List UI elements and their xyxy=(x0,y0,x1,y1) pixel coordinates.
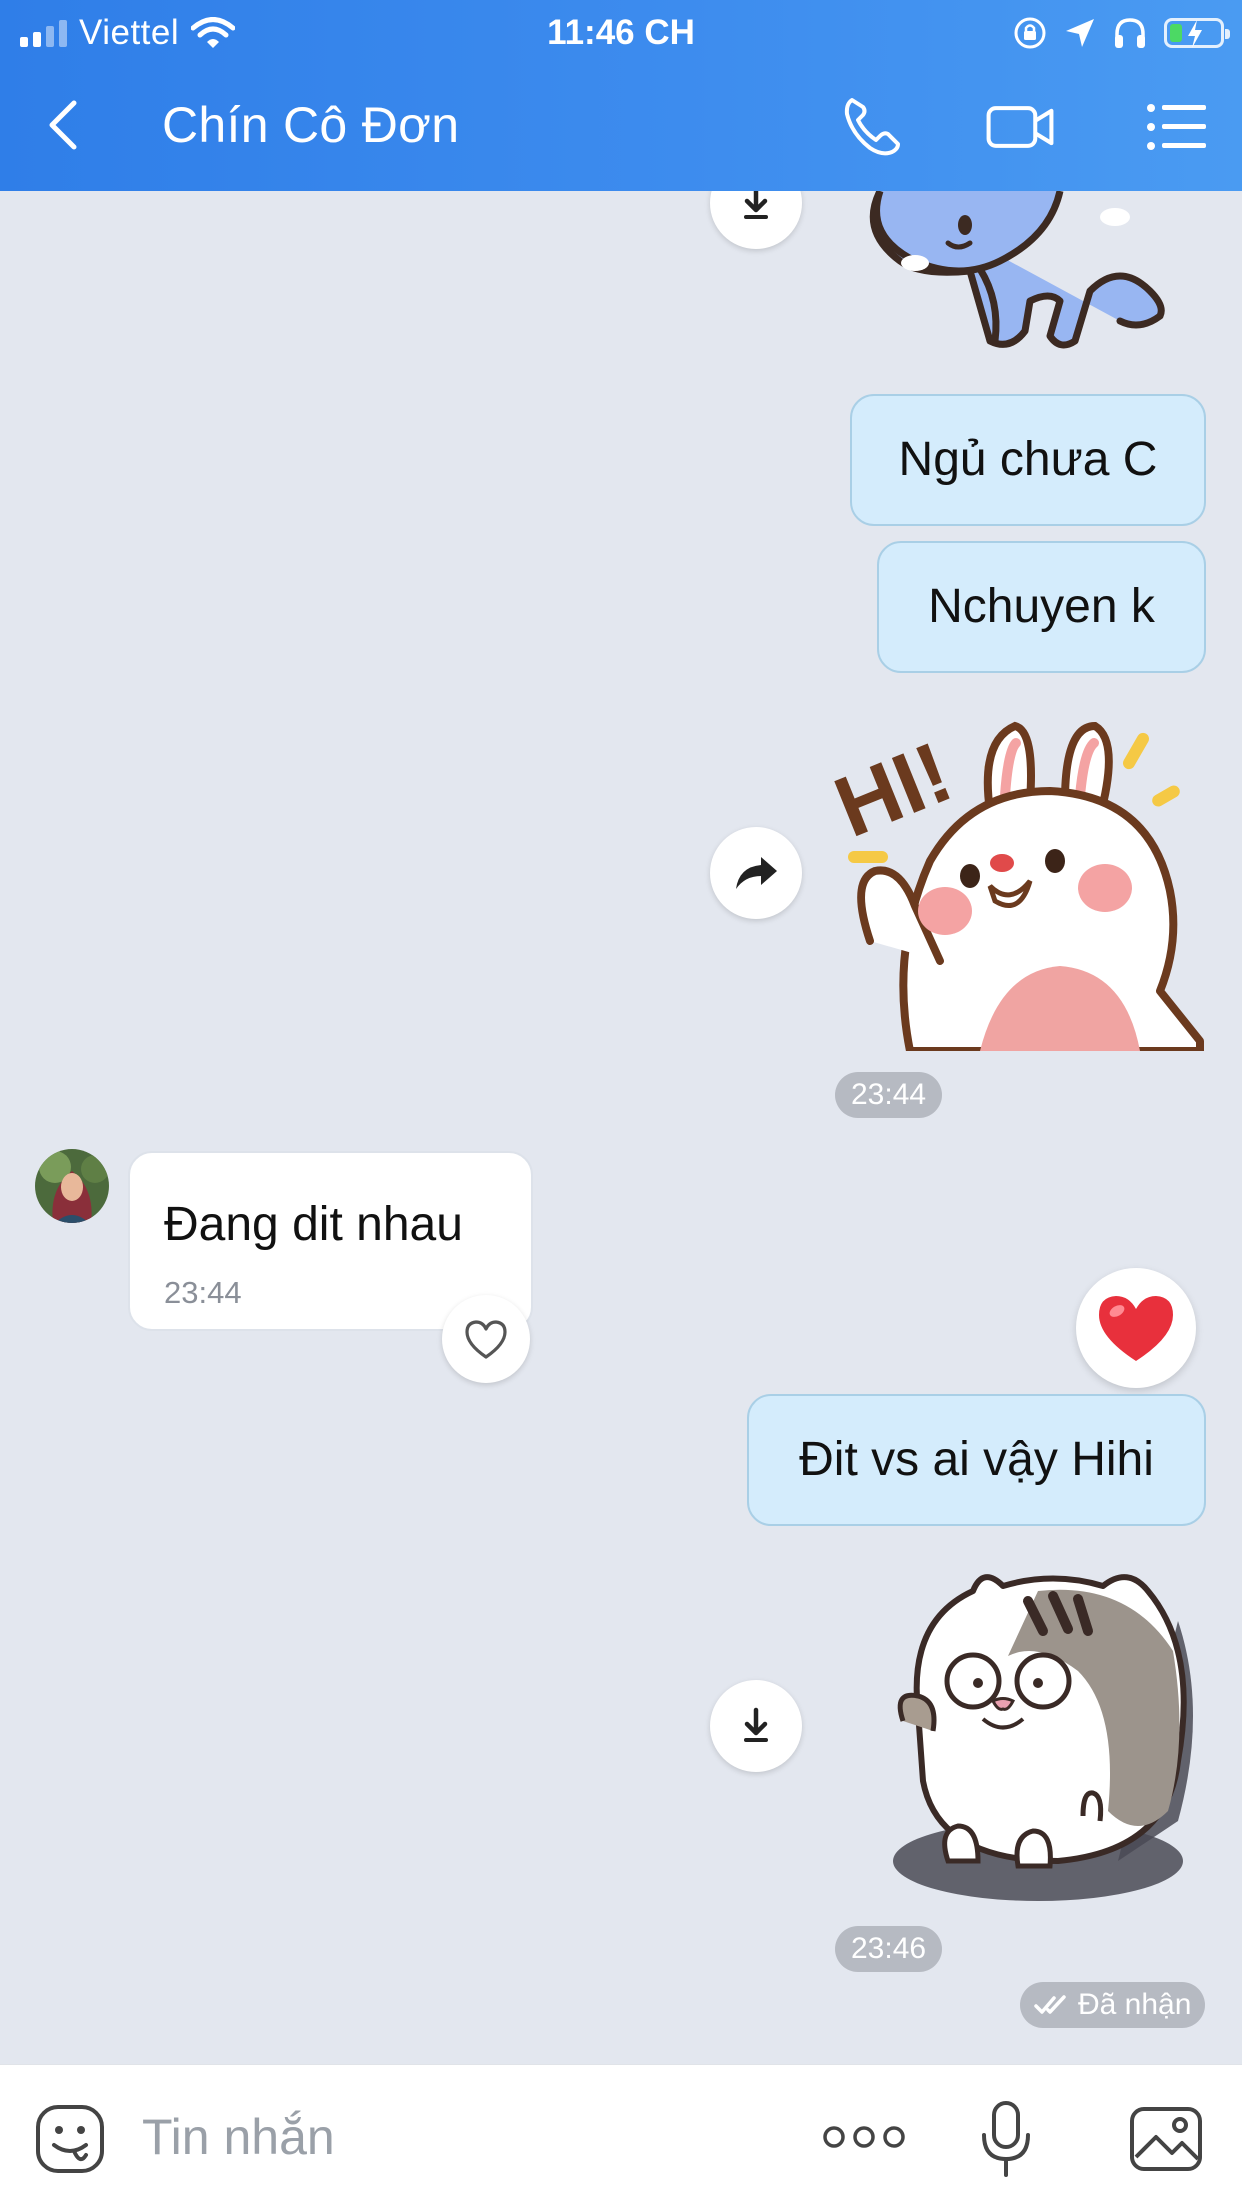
phone-icon[interactable] xyxy=(838,94,908,160)
battery-icon xyxy=(1164,18,1230,48)
image-icon[interactable] xyxy=(1128,2105,1204,2173)
download-button[interactable] xyxy=(710,1680,802,1772)
message-input-bar xyxy=(0,2064,1242,2208)
back-icon[interactable] xyxy=(40,95,90,155)
share-forward-icon xyxy=(736,857,777,889)
avatar[interactable] xyxy=(35,1149,109,1223)
menu-list-icon[interactable] xyxy=(1142,94,1212,160)
hi-bunny-sticker[interactable]: HI! xyxy=(830,701,1212,1051)
outgoing-message[interactable]: Đit vs ai vậy Hihi xyxy=(747,1394,1206,1526)
blue-cat-sticker[interactable] xyxy=(860,191,1180,351)
outgoing-message[interactable]: Nchuyen k xyxy=(877,541,1206,673)
react-like-button[interactable] xyxy=(442,1295,530,1383)
message-time: 23:44 xyxy=(164,1275,242,1310)
delivery-status: Đã nhận xyxy=(1020,1982,1206,2028)
video-camera-icon[interactable] xyxy=(985,94,1055,160)
headphones-icon xyxy=(1115,18,1145,48)
chat-title[interactable]: Chín Cô Đơn xyxy=(162,96,459,154)
double-check-icon xyxy=(1034,1995,1066,2014)
download-icon xyxy=(744,1707,768,1742)
emoji-icon[interactable] xyxy=(34,2103,106,2175)
outgoing-message[interactable]: Ngủ chưa C xyxy=(850,394,1206,526)
more-dots-icon[interactable] xyxy=(822,2115,906,2159)
top-bar: Viettel 11:46 CH Chín Cô Đơn xyxy=(0,0,1242,191)
download-button-top[interactable] xyxy=(710,191,802,249)
status-right xyxy=(1012,10,1230,56)
forward-button[interactable] xyxy=(710,827,802,919)
heart-outline-icon xyxy=(465,1320,507,1359)
heart-reaction[interactable] xyxy=(1076,1268,1196,1388)
message-input[interactable] xyxy=(142,2105,762,2169)
rotation-lock-icon xyxy=(1014,17,1046,49)
chat-area[interactable]: Ngủ chưa C Nchuyen k HI! 23:44 Đang dit … xyxy=(0,191,1242,2064)
message-text: Đit vs ai vậy Hihi xyxy=(799,1433,1154,1486)
message-text: Ngủ chưa C xyxy=(898,433,1158,486)
time-separator: 23:44 xyxy=(835,1072,943,1118)
delivery-status-label: Đã nhận xyxy=(1078,1988,1192,2021)
time-separator: 23:46 xyxy=(835,1926,943,1972)
red-heart-icon xyxy=(1099,1296,1173,1361)
message-text: Đang dit nhau xyxy=(164,1198,463,1251)
message-text: Nchuyen k xyxy=(928,580,1155,633)
microphone-icon[interactable] xyxy=(976,2099,1036,2179)
contact-avatar-image xyxy=(35,1149,109,1223)
download-icon xyxy=(744,191,768,219)
chubby-cat-sticker[interactable] xyxy=(878,1561,1208,1911)
location-arrow-icon xyxy=(1066,19,1094,47)
